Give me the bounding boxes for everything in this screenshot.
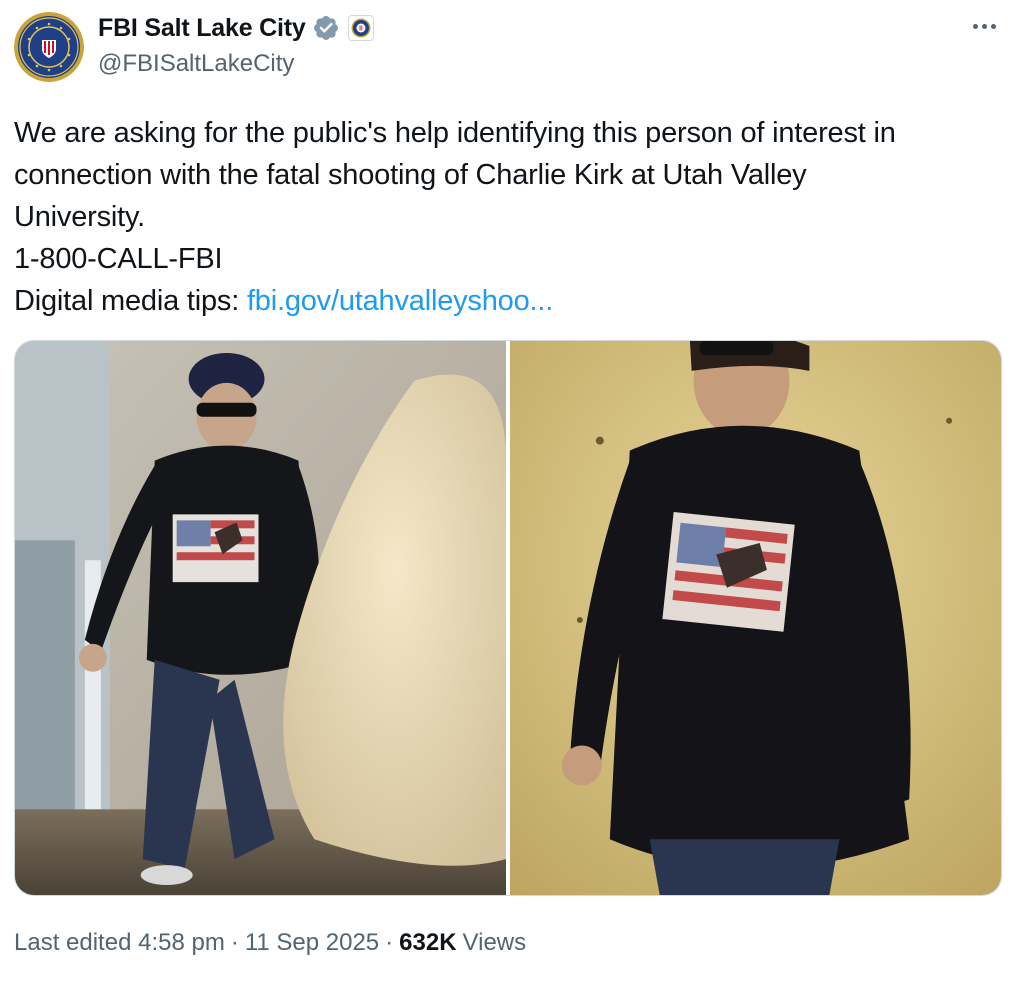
tips-label: Digital media tips:	[14, 285, 247, 317]
tips-link[interactable]: fbi.gov/utahvalleyshoo...	[247, 285, 553, 317]
account-name-row: FBI Salt Lake City	[98, 12, 374, 44]
views-label: Views	[462, 929, 527, 956]
tips-line: Digital media tips: fbi.gov/utahvalleysh…	[14, 280, 1004, 322]
tweet-line: 1-800-CALL-FBI	[14, 243, 223, 275]
more-options-icon[interactable]	[967, 18, 1002, 35]
fbi-seal-icon	[14, 12, 84, 82]
tweet-line: We are asking for the public's help iden…	[14, 117, 896, 149]
meta-separator: ·	[385, 929, 394, 956]
meta-separator: ·	[230, 929, 239, 956]
fbi-affiliate-badge-icon[interactable]	[347, 15, 374, 41]
surveillance-photo-stairs[interactable]	[15, 341, 506, 895]
tweet-line: University.	[14, 201, 146, 233]
surveillance-photo-closeup[interactable]	[509, 341, 1001, 895]
edited-timestamp[interactable]: Last edited 4:58 pm	[14, 926, 225, 960]
account-handle[interactable]: @FBISaltLakeCity	[98, 48, 294, 80]
views-count: 632K	[399, 929, 457, 956]
avatar[interactable]	[14, 12, 84, 82]
tweet-text: We are asking for the public's help iden…	[14, 112, 1004, 322]
display-name[interactable]: FBI Salt Lake City	[98, 12, 306, 44]
tweet-line: connection with the fatal shooting of Ch…	[14, 159, 807, 191]
media-grid	[14, 340, 1002, 896]
tweet-card: FBI Salt Lake City @FBISaltLakeCity We a…	[0, 0, 1024, 985]
verified-badge-icon[interactable]	[312, 14, 340, 42]
tweet-meta: Last edited 4:58 pm · 11 Sep 2025 · 632K…	[14, 926, 526, 960]
post-date[interactable]: 11 Sep 2025	[245, 926, 379, 960]
